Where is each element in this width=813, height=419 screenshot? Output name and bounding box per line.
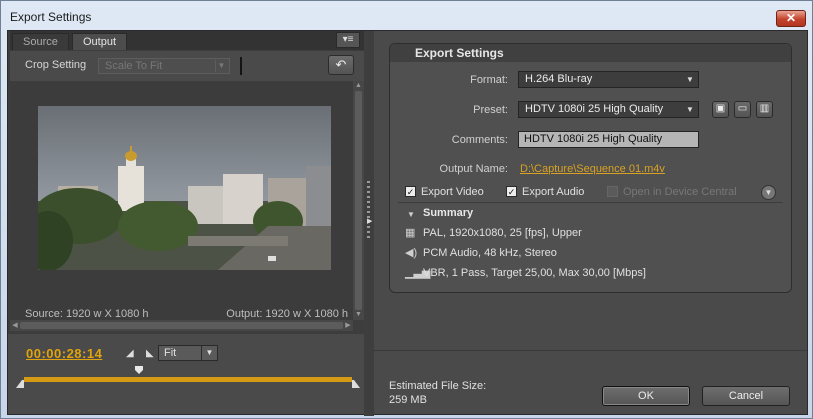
panel-menu-button[interactable]: ▾≡ (336, 32, 360, 48)
export-audio-label[interactable]: Export Audio (522, 186, 584, 198)
save-preset-button[interactable]: ▣ (712, 101, 729, 118)
close-button[interactable]: ✕ (776, 10, 806, 27)
estimated-file-size-value: 259 MB (389, 394, 427, 406)
preview-panel: Source Output ▾≡ Crop Setting Scale To F… (8, 31, 364, 350)
export-settings-group: Export Settings Format: H.264 Blu-ray ▼ … (389, 43, 792, 293)
undo-crop-button[interactable]: ↶ (328, 55, 354, 75)
title-bar: Export Settings ✕ (1, 1, 812, 31)
output-name-label: Output Name: (439, 163, 508, 175)
speaker-icon: ◀) (405, 247, 418, 259)
summary-title: Summary (423, 207, 474, 219)
import-preset-button[interactable]: ▭ (734, 101, 751, 118)
format-value: H.264 Blu-ray (525, 73, 593, 85)
preset-label: Preset: (473, 104, 508, 116)
playhead-handle[interactable] (135, 366, 143, 374)
summary-video: PAL, 1920x1080, 25 [fps], Upper (423, 227, 582, 239)
device-central-label: Open in Device Central (623, 186, 737, 198)
export-settings-window: Export Settings ✕ Source Output ▾≡ Crop … (0, 0, 813, 419)
chevron-down-icon: ▼ (764, 188, 773, 197)
chevron-down-icon: ▼ (215, 60, 227, 72)
scroll-left-icon[interactable]: ◀ (10, 320, 20, 331)
work-area-start-handle[interactable] (16, 380, 24, 388)
comments-label: Comments: (451, 134, 508, 146)
cancel-button[interactable]: Cancel (702, 386, 790, 406)
export-settings-header: Export Settings (390, 44, 791, 62)
preset-select[interactable]: HDTV 1080i 25 High Quality ▼ (518, 101, 699, 118)
work-area-bar[interactable] (24, 377, 352, 382)
timeline-controls: 00:00:28:14 ◢ ◣ Fit ▼ (8, 334, 364, 414)
preview-vertical-scrollbar[interactable]: ▲ ▼ (353, 81, 364, 320)
device-central-checkbox (607, 186, 618, 197)
undo-icon: ↶ (335, 57, 347, 72)
collapse-summary-icon[interactable]: ▼ (407, 210, 415, 219)
crop-setting-value: Scale To Fit (105, 60, 163, 72)
crop-setting-select[interactable]: Scale To Fit ▼ (98, 58, 230, 74)
work-area-end-handle[interactable] (352, 380, 360, 388)
comments-field[interactable]: HDTV 1080i 25 High Quality (518, 131, 699, 148)
output-dimensions: Output: 1920 w X 1080 h (226, 308, 348, 320)
tab-source[interactable]: Source (12, 33, 69, 50)
expand-options-button[interactable]: ▼ (761, 185, 776, 200)
divider (240, 57, 242, 75)
zoom-level-select[interactable]: Fit ▼ (158, 345, 218, 361)
trash-icon: ▥ (759, 103, 770, 114)
export-video-checkbox[interactable]: ✓ (405, 186, 416, 197)
summary-bitrate: VBR, 1 Pass, Target 25,00, Max 30,00 [Mb… (423, 267, 646, 279)
scroll-down-icon[interactable]: ▼ (353, 310, 364, 320)
export-video-label[interactable]: Export Video (421, 186, 484, 198)
source-dimensions: Source: 1920 w X 1080 h (25, 308, 149, 320)
estimated-file-size-label: Estimated File Size: (389, 380, 487, 392)
dialog-body: Source Output ▾≡ Crop Setting Scale To F… (7, 30, 808, 416)
preset-value: HDTV 1080i 25 High Quality (525, 103, 664, 115)
collapse-arrow-icon[interactable]: ▶ (367, 217, 372, 225)
current-timecode[interactable]: 00:00:28:14 (26, 346, 102, 361)
settings-panel: Export Settings Format: H.264 Blu-ray ▼ … (374, 31, 807, 350)
crop-setting-label: Crop Setting (25, 59, 87, 71)
set-in-point-icon[interactable]: ◢ (126, 348, 136, 359)
chevron-down-icon: ▼ (686, 75, 694, 84)
preview-horizontal-scrollbar[interactable]: ◀ ▶ (10, 320, 353, 331)
export-audio-checkbox[interactable]: ✓ (506, 186, 517, 197)
scroll-thumb[interactable] (355, 91, 362, 310)
chevron-down-icon: ▼ (686, 105, 694, 114)
chevron-down-icon: ▼ (201, 346, 217, 360)
scroll-up-icon[interactable]: ▲ (353, 81, 364, 91)
divider (398, 202, 783, 203)
video-preview-area: Source: 1920 w X 1080 h Output: 1920 w X… (10, 81, 353, 320)
set-out-point-icon[interactable]: ◣ (146, 348, 156, 359)
ok-button[interactable]: OK (602, 386, 690, 406)
format-select[interactable]: H.264 Blu-ray ▼ (518, 71, 699, 88)
folder-icon: ▭ (737, 103, 748, 114)
dialog-footer: Estimated File Size: 259 MB OK Cancel (374, 350, 807, 414)
film-icon: ▦ (405, 227, 416, 239)
save-icon: ▣ (715, 103, 726, 114)
crop-toolbar: Crop Setting Scale To Fit ▼ ↶ (10, 51, 364, 81)
preview-tabs: Source Output ▾≡ (10, 31, 364, 50)
video-frame-image (38, 106, 331, 270)
scroll-right-icon[interactable]: ▶ (343, 320, 353, 331)
format-label: Format: (470, 74, 508, 86)
window-title: Export Settings (10, 10, 92, 24)
output-name-link[interactable]: D:\Capture\Sequence 01.m4v (520, 163, 665, 175)
grip-dots (367, 181, 370, 241)
scroll-thumb[interactable] (20, 322, 343, 329)
delete-preset-button[interactable]: ▥ (756, 101, 773, 118)
zoom-level-value: Fit (164, 347, 177, 359)
tab-output[interactable]: Output (72, 33, 128, 50)
panel-splitter[interactable]: ▶ (364, 31, 374, 416)
bitrate-icon: ▁▃▅ (405, 267, 431, 279)
summary-audio: PCM Audio, 48 kHz, Stereo (423, 247, 557, 259)
